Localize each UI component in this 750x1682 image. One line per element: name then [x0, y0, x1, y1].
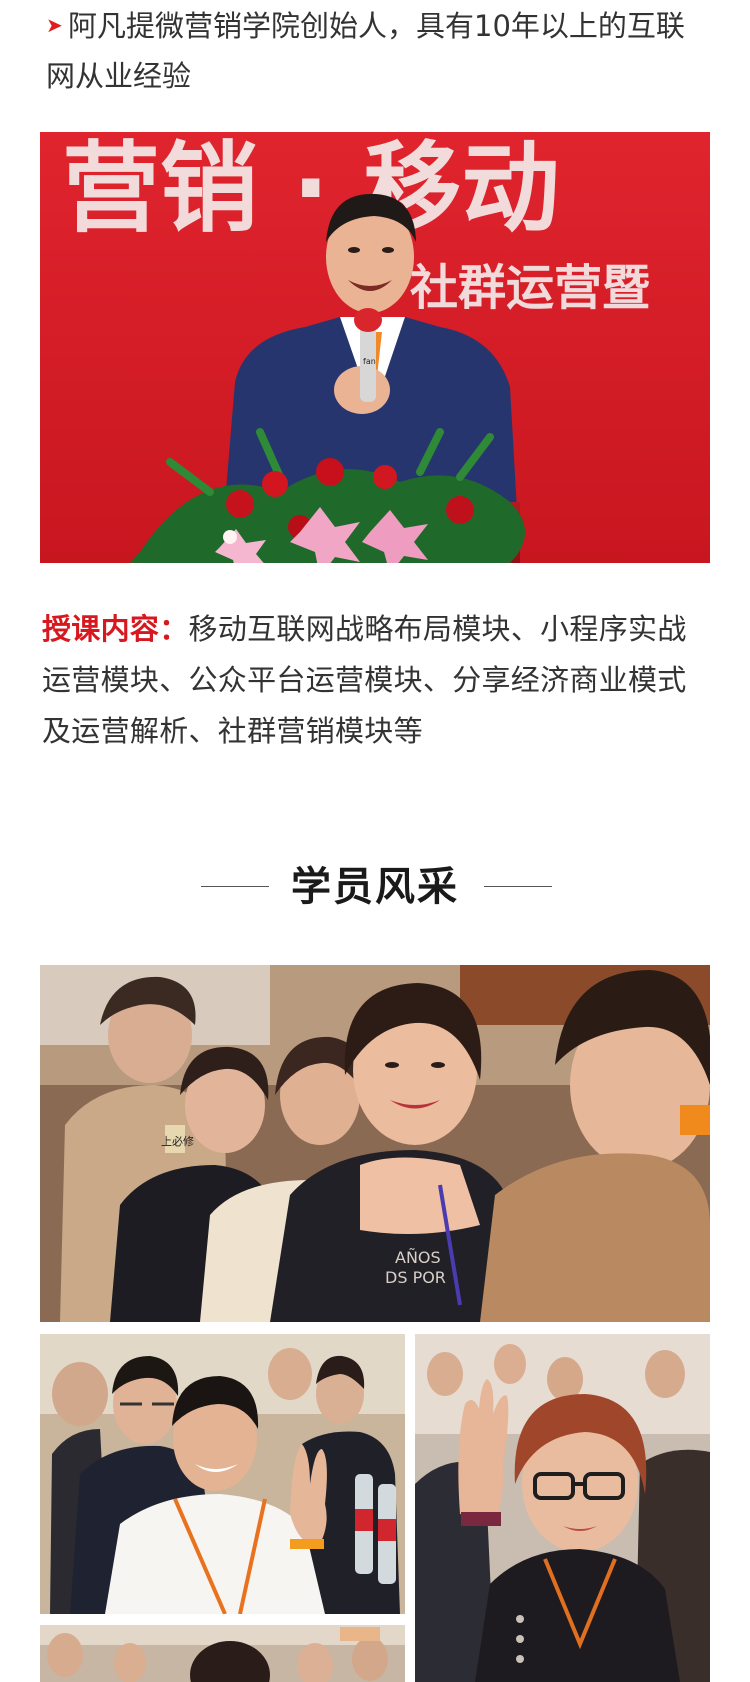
student-man-illustration [40, 1334, 405, 1614]
banner-text-top: 营销 · 移动 [62, 132, 559, 246]
section-heading: 学员风采 [0, 857, 750, 917]
students-bottom-photo [40, 1625, 405, 1682]
student-woman-photo [415, 1334, 710, 1682]
intro-bullet: ➤ 阿凡提微营销学院创始人，具有10年以上的互联网从业经验 [46, 0, 706, 101]
speaker-photo-illustration: 营销 · 移动 社群运营暨 fan [40, 132, 710, 563]
student-man-photo [40, 1334, 405, 1614]
speaker-photo: 营销 · 移动 社群运营暨 fan [40, 132, 710, 563]
banner-text-sub: 社群运营暨 [410, 260, 650, 316]
students-group-photo: 上必修 AÑOS DS POR [40, 965, 710, 1322]
intro-text: 阿凡提微营销学院创始人，具有10年以上的互联网从业经验 [46, 9, 685, 93]
mic-label: fan [363, 357, 376, 366]
students-group-illustration: 上必修 AÑOS DS POR [40, 965, 710, 1322]
shirt-text-2: DS POR [385, 1268, 446, 1287]
heading-divider-right [484, 886, 552, 887]
course-content: 授课内容：移动互联网战略布局模块、小程序实战运营模块、公众平台运营模块、分享经济… [42, 604, 714, 757]
students-bottom-illustration [40, 1625, 405, 1682]
student-woman-illustration [415, 1334, 710, 1682]
badge-text: 上必修 [161, 1134, 194, 1148]
course-label: 授课内容： [42, 612, 189, 646]
page: ➤ 阿凡提微营销学院创始人，具有10年以上的互联网从业经验 营销 · 移动 社群运… [0, 0, 750, 1682]
shirt-text-1: AÑOS [395, 1248, 441, 1267]
red-arrow-bullet-icon: ➤ [46, 13, 63, 37]
section-title: 学员风采 [291, 864, 459, 910]
